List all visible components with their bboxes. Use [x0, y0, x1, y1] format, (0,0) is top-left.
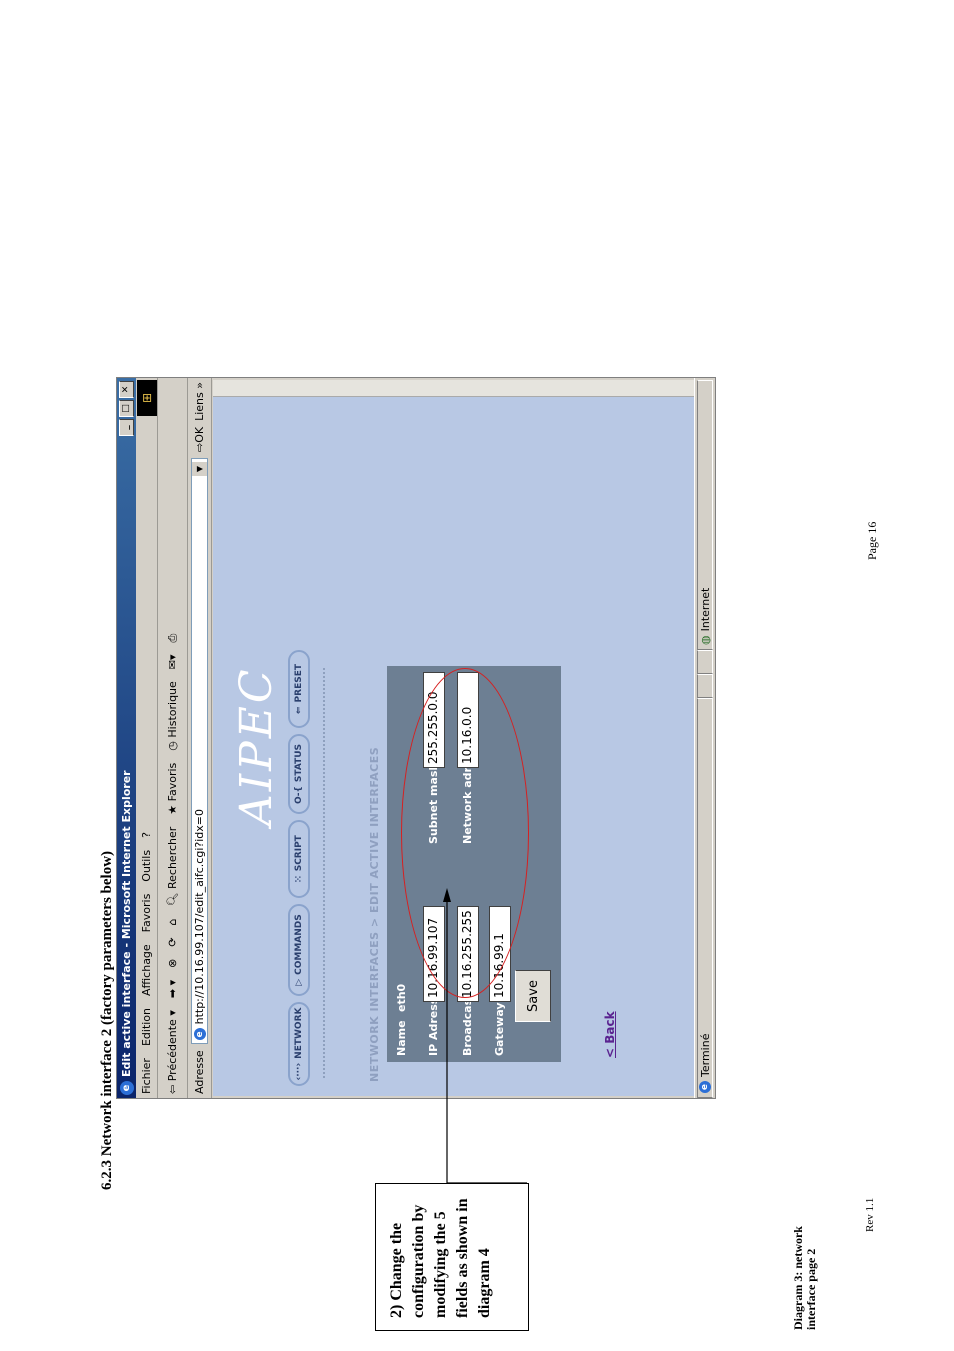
diagram-caption: Diagram 3: network interface page 2 [791, 1226, 818, 1330]
page-number: Page 16 [865, 521, 879, 560]
callout-arrow [443, 888, 527, 1184]
revision: Rev 1.1 [864, 1197, 876, 1232]
